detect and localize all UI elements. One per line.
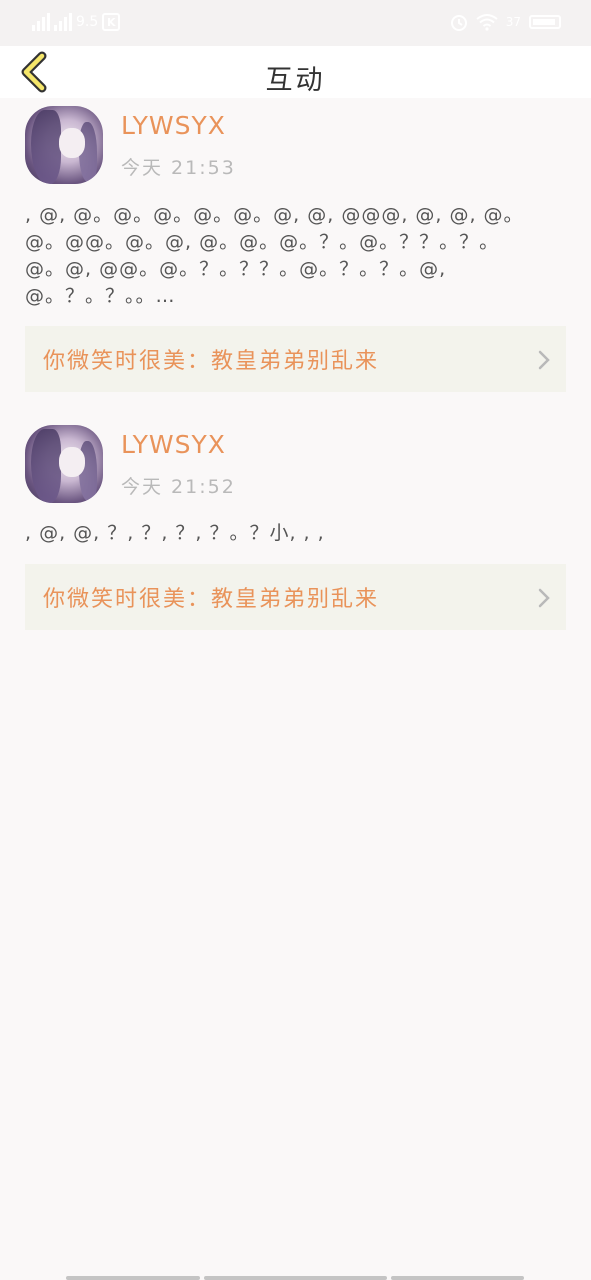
page-title: 互动 (265, 65, 326, 96)
avatar[interactable] (25, 425, 103, 503)
content-line: @。？。？。。… (25, 285, 176, 307)
content-line: , @, @, ？, ？, ？, ？。？小, , , (25, 522, 325, 544)
interaction-card: LYWSYX 今天 21:52 , @, @, ？, ？, ？, ？。？小, ,… (0, 417, 591, 637)
book-link[interactable]: 你微笑时很美：教皇弟弟别乱来 (25, 564, 566, 630)
status-left: 9.5 K (32, 10, 121, 34)
username[interactable]: LYWSYX (121, 111, 226, 140)
book-link-label: 你微笑时很美：教皇弟弟别乱来 (43, 587, 380, 612)
signal-icon (54, 13, 72, 31)
status-right: 37 (450, 12, 561, 32)
avatar[interactable] (25, 106, 103, 184)
chevron-right-icon (538, 588, 550, 608)
alarm-icon (450, 15, 467, 31)
comment-content[interactable]: , @, @。@。@。@。@。@, @, @@@, @, @, @。 @。@@。… (25, 202, 565, 310)
app-screen: 9.5 K 37 互动 LYWSYX 今天 21:53 , @, @。@。@。@… (0, 0, 591, 1280)
top-bar: 互动 (0, 46, 591, 98)
book-link-label: 你微笑时很美：教皇弟弟别乱来 (43, 349, 380, 374)
username[interactable]: LYWSYX (121, 430, 226, 459)
content-line: , @, @。@。@。@。@。@, @, @@@, @, @, @。 (25, 204, 524, 226)
interaction-card: LYWSYX 今天 21:53 , @, @。@。@。@。@。@, @, @@@… (0, 98, 591, 398)
gesture-bar (0, 1274, 591, 1280)
battery-level: 37 (505, 15, 521, 29)
comment-content[interactable]: , @, @, ？, ？, ？, ？。？小, , , (25, 520, 565, 547)
timestamp: 今天 21:53 (121, 157, 236, 179)
status-bar: 9.5 K 37 (0, 0, 591, 46)
timestamp: 今天 21:52 (121, 476, 236, 498)
network-speed: 9.5 (76, 14, 99, 30)
book-link[interactable]: 你微笑时很美：教皇弟弟别乱来 (25, 326, 566, 392)
battery-icon (529, 15, 561, 29)
k-app-icon: K (102, 13, 121, 31)
signal-icon (32, 13, 50, 31)
wifi-icon (476, 14, 498, 31)
content-line: @。@, @@。@。？。？？。@。？。？。@, (25, 258, 447, 280)
chevron-right-icon (538, 350, 550, 370)
content-line: @。@@。@。@, @。@。@。？。@。？？。？。 (25, 231, 500, 253)
